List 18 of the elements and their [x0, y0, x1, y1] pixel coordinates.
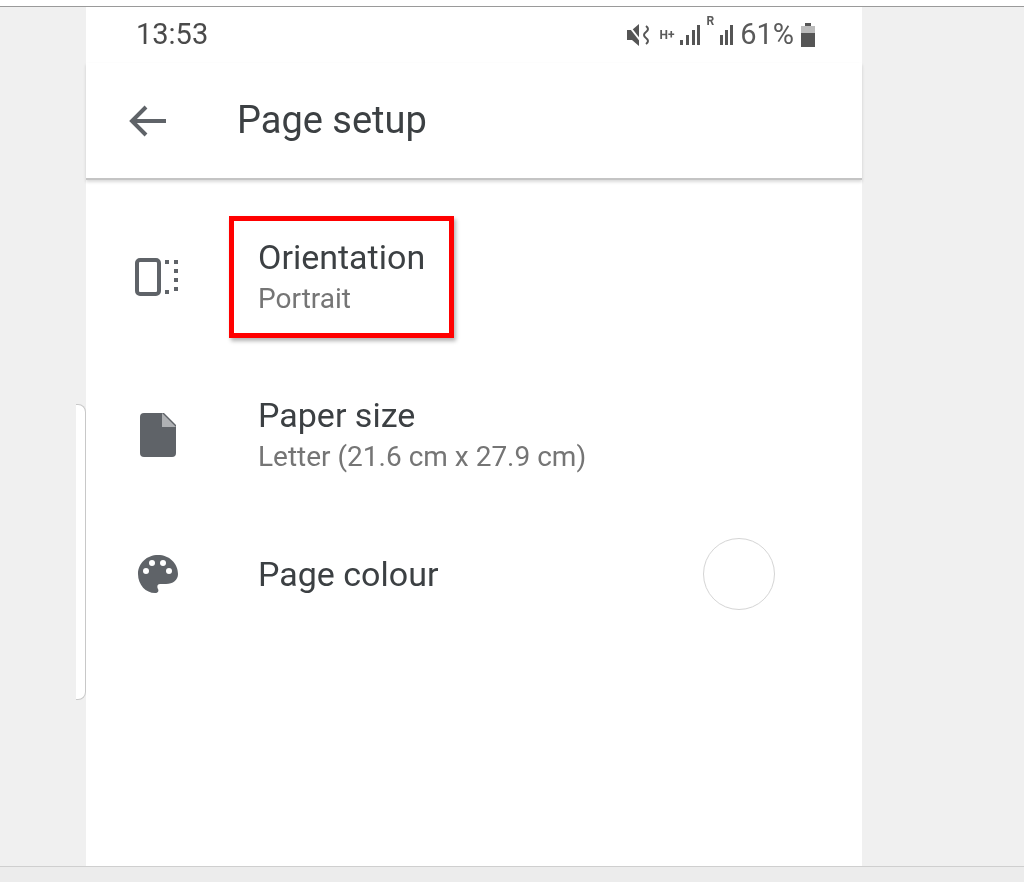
status-time: 13:53 [136, 16, 209, 54]
signal-icon [720, 25, 735, 45]
setting-label: Orientation [258, 236, 426, 279]
setting-label: Paper size [258, 394, 417, 437]
palette-icon [136, 554, 179, 594]
setting-label: Page colour [258, 553, 439, 596]
roaming-indicator: R [706, 15, 715, 28]
settings-item[interactable]: Orientation Portrait [86, 198, 862, 356]
page-title: Page setup [237, 97, 427, 144]
setting-value: Letter (21.6 cm x 27.9 cm) [258, 439, 587, 475]
settings-item[interactable]: Paper size Letter (21.6 cm x 27.9 cm) [86, 356, 862, 514]
setting-value: Portrait [258, 281, 352, 317]
settings-item[interactable]: Page colour [86, 514, 862, 634]
battery-percentage: 61% [740, 16, 794, 54]
battery-icon [800, 23, 816, 47]
network-type: H+ [659, 29, 675, 41]
signal-icon [680, 25, 701, 45]
document-icon [139, 413, 176, 457]
